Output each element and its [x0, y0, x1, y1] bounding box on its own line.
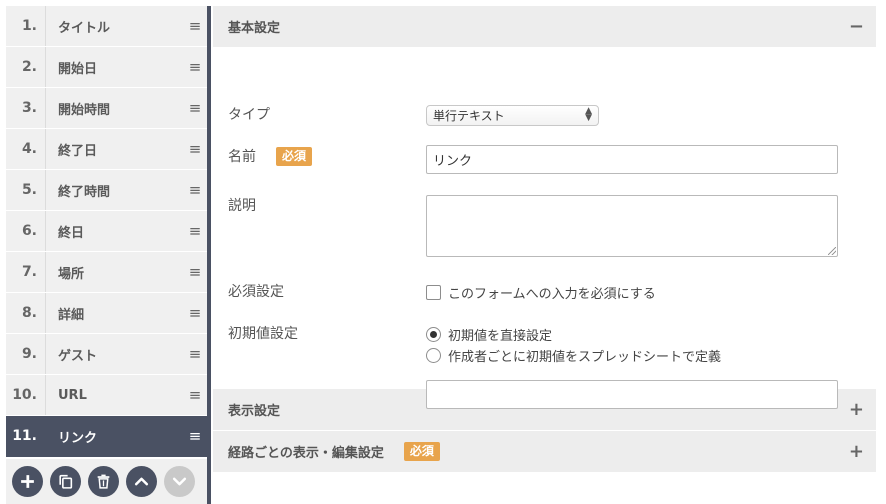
field-number: 5. [6, 170, 46, 210]
description-label-text: 説明 [228, 198, 256, 214]
field-item[interactable]: 3. 開始時間 ≡ [6, 88, 207, 129]
default-value-label: 初期値設定 [228, 323, 298, 343]
required-badge: 必須 [403, 442, 440, 461]
type-label: タイプ [228, 104, 270, 124]
field-item-selected[interactable]: 11. リンク ≡ [6, 416, 207, 457]
select-arrows-icon: ▲ ▼ [585, 106, 592, 123]
field-name: 開始時間 [58, 102, 111, 118]
basic-settings-header[interactable]: 基本設定 − [213, 6, 876, 47]
default-spreadsheet-option[interactable]: 作成者ごとに初期値をスプレッドシートで定義 [426, 346, 721, 365]
drag-handle-icon[interactable]: ≡ [183, 99, 207, 117]
add-icon[interactable] [12, 466, 43, 497]
type-label-text: タイプ [228, 107, 270, 123]
field-item[interactable]: 7. 場所 ≡ [6, 252, 207, 293]
default-value-input[interactable] [426, 380, 838, 409]
drag-handle-icon[interactable]: ≡ [183, 427, 207, 445]
field-item[interactable]: 4. 終了日 ≡ [6, 129, 207, 170]
drag-handle-icon[interactable]: ≡ [183, 58, 207, 76]
field-name: ゲスト [58, 348, 98, 364]
drag-handle-icon[interactable]: ≡ [183, 181, 207, 199]
field-number: 9. [6, 334, 46, 374]
drag-handle-icon[interactable]: ≡ [183, 386, 207, 404]
field-name: 場所 [58, 266, 85, 282]
radio-selected[interactable] [426, 327, 441, 342]
field-item[interactable]: 1. タイトル ≡ [6, 6, 207, 47]
chevron-up-icon[interactable] [126, 466, 157, 497]
route-settings-header[interactable]: 経路ごとの表示・編集設定 必須 + [213, 431, 876, 472]
field-name: リンク [58, 430, 98, 446]
display-settings-title: 表示設定 [228, 404, 281, 419]
drag-handle-icon[interactable]: ≡ [183, 345, 207, 363]
default-direct-label: 初期値を直接設定 [448, 329, 553, 344]
field-name: 開始日 [58, 61, 98, 77]
field-name: 詳細 [58, 307, 85, 323]
required-checkbox-row[interactable]: このフォームへの入力を必須にする [426, 283, 656, 302]
route-settings-title: 経路ごとの表示・編集設定 [228, 446, 384, 461]
expand-icon[interactable]: + [849, 441, 864, 462]
drag-handle-icon[interactable]: ≡ [183, 222, 207, 240]
description-textarea[interactable] [426, 195, 838, 257]
basic-settings-body: タイプ 単行テキスト ▲ ▼ 名前 必須 リンク 説明 必須設定 このフォームへの… [213, 47, 876, 409]
settings-pane: 基本設定 − タイプ 単行テキスト ▲ ▼ 名前 必須 リンク 説明 必須設定 こ… [213, 6, 876, 504]
field-item[interactable]: 5. 終了時間 ≡ [6, 170, 207, 211]
field-item[interactable]: 6. 終日 ≡ [6, 211, 207, 252]
required-setting-label-text: 必須設定 [228, 284, 284, 300]
field-number: 1. [6, 6, 46, 46]
name-label-text: 名前 [228, 149, 256, 165]
trash-icon[interactable] [88, 466, 119, 497]
field-number: 11. [6, 416, 46, 456]
field-item[interactable]: 2. 開始日 ≡ [6, 47, 207, 88]
copy-icon[interactable] [50, 466, 81, 497]
field-item[interactable]: 10. URL ≡ [6, 375, 207, 416]
required-setting-label: 必須設定 [228, 281, 284, 301]
chevron-down-icon[interactable] [164, 466, 195, 497]
name-input[interactable]: リンク [426, 145, 838, 174]
field-name: 終了日 [58, 143, 98, 159]
default-value-label-text: 初期値設定 [228, 326, 298, 342]
field-number: 4. [6, 129, 46, 169]
basic-settings-title: 基本設定 [228, 21, 281, 36]
field-toolbar [6, 459, 207, 504]
field-list: 1. タイトル ≡ 2. 開始日 ≡ 3. 開始時間 ≡ 4. 終了日 ≡ 5.… [6, 6, 207, 457]
drag-handle-icon[interactable]: ≡ [183, 17, 207, 35]
required-checkbox[interactable] [426, 285, 441, 300]
field-number: 8. [6, 293, 46, 333]
panel-divider [207, 6, 211, 504]
default-spreadsheet-label: 作成者ごとに初期値をスプレッドシートで定義 [448, 350, 722, 365]
radio-unselected[interactable] [426, 348, 441, 363]
field-name: 終日 [58, 225, 85, 241]
drag-handle-icon[interactable]: ≡ [183, 304, 207, 322]
drag-handle-icon[interactable]: ≡ [183, 263, 207, 281]
required-badge: 必須 [276, 146, 313, 166]
field-number: 6. [6, 211, 46, 251]
required-checkbox-label: このフォームへの入力を必須にする [448, 287, 656, 302]
field-item[interactable]: 8. 詳細 ≡ [6, 293, 207, 334]
field-name: タイトル [58, 20, 111, 36]
expand-icon[interactable]: + [849, 399, 864, 420]
field-name: URL [58, 387, 87, 403]
drag-handle-icon[interactable]: ≡ [183, 140, 207, 158]
name-label: 名前 必須 [228, 146, 313, 166]
field-number: 10. [6, 375, 46, 415]
collapse-icon[interactable]: − [849, 16, 864, 37]
field-name: 終了時間 [58, 184, 111, 200]
default-direct-option[interactable]: 初期値を直接設定 [426, 325, 552, 344]
field-number: 3. [6, 88, 46, 128]
field-number: 7. [6, 252, 46, 292]
type-select-value: 単行テキスト [433, 109, 505, 123]
description-label: 説明 [228, 195, 256, 215]
resize-grip-icon[interactable] [828, 247, 836, 255]
type-select[interactable]: 単行テキスト ▲ ▼ [426, 105, 599, 126]
field-number: 2. [6, 47, 46, 87]
field-item[interactable]: 9. ゲスト ≡ [6, 334, 207, 375]
